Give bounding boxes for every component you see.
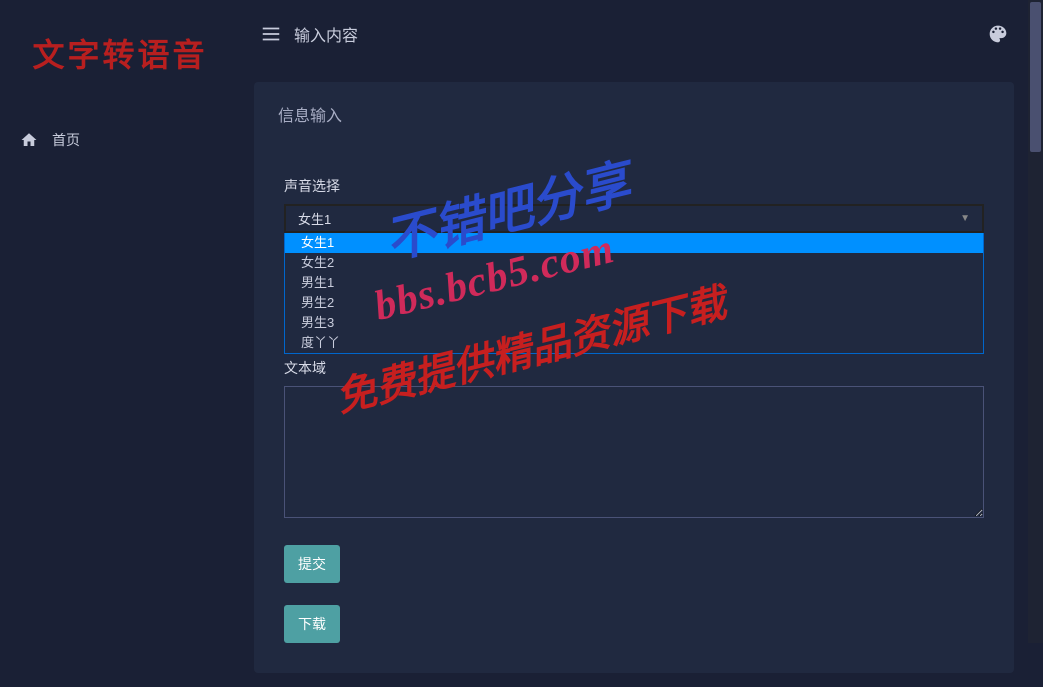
card-body: 声音选择 女生1 ▼ 女生1 女生2 男生1 男生2 男生3 度丫丫 <box>254 146 1014 673</box>
menu-toggle-icon[interactable] <box>260 23 282 45</box>
card-title: 信息输入 <box>278 108 342 125</box>
textarea-group: 文本域 <box>284 358 984 523</box>
voice-select-value: 女生1 <box>298 209 331 228</box>
voice-select-group: 声音选择 女生1 ▼ 女生1 女生2 男生1 男生2 男生3 度丫丫 <box>284 176 984 354</box>
voice-select-label: 声音选择 <box>284 176 984 196</box>
sidebar-item-label: 首页 <box>52 130 80 150</box>
card-header: 信息输入 <box>254 82 1014 146</box>
submit-button[interactable]: 提交 <box>284 545 340 583</box>
voice-select[interactable]: 女生1 ▼ <box>284 204 984 233</box>
home-icon <box>20 131 38 149</box>
form-card: 信息输入 声音选择 女生1 ▼ 女生1 女生2 男生1 <box>254 82 1014 673</box>
content-area: 信息输入 声音选择 女生1 ▼ 女生1 女生2 男生1 <box>240 68 1028 687</box>
voice-option-3[interactable]: 男生2 <box>285 293 983 313</box>
textarea-label: 文本域 <box>284 358 984 378</box>
voice-select-wrapper: 女生1 ▼ 女生1 女生2 男生1 男生2 男生3 度丫丫 <box>284 204 984 354</box>
main-content: 输入内容 信息输入 声音选择 女生1 ▼ <box>240 0 1028 643</box>
chevron-down-icon: ▼ <box>960 213 970 224</box>
header-left: 输入内容 <box>260 22 358 46</box>
sidebar-item-home[interactable]: 首页 <box>0 116 240 164</box>
download-button[interactable]: 下载 <box>284 605 340 643</box>
header: 输入内容 <box>240 0 1028 68</box>
voice-option-0[interactable]: 女生1 <box>285 233 983 253</box>
scrollbar-thumb[interactable] <box>1030 2 1041 152</box>
voice-option-2[interactable]: 男生1 <box>285 273 983 293</box>
app-logo: 文字转语音 <box>0 0 240 96</box>
sidebar: 文字转语音 首页 <box>0 0 240 643</box>
palette-icon[interactable] <box>988 24 1008 44</box>
scrollbar-track[interactable] <box>1028 0 1043 643</box>
text-content-input[interactable] <box>284 386 984 518</box>
logo-text: 文字转语音 <box>32 37 207 73</box>
voice-option-1[interactable]: 女生2 <box>285 253 983 273</box>
voice-option-4[interactable]: 男生3 <box>285 313 983 333</box>
voice-option-5[interactable]: 度丫丫 <box>285 333 983 353</box>
sidebar-nav: 首页 <box>0 96 240 184</box>
page-title: 输入内容 <box>294 22 358 46</box>
voice-select-dropdown: 女生1 女生2 男生1 男生2 男生3 度丫丫 <box>284 233 984 354</box>
